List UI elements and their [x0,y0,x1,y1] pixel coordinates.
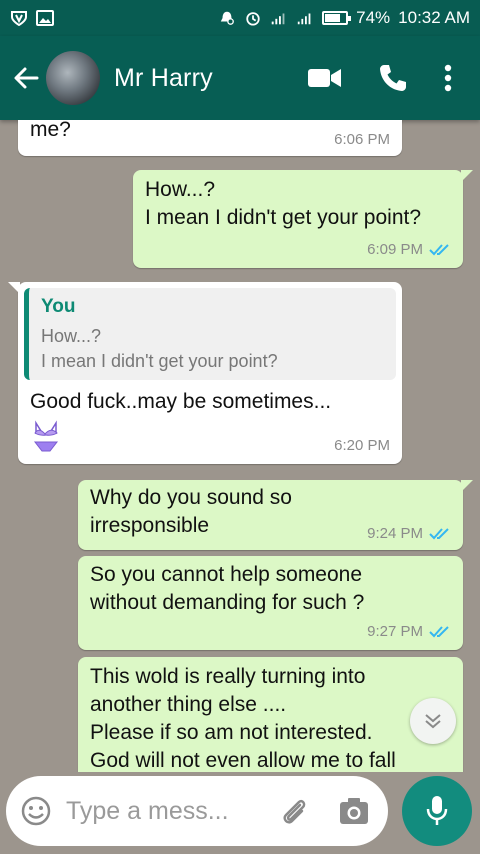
chevron-double-down-icon [425,714,441,729]
message-outgoing[interactable]: This wold is really turning into another… [78,657,463,772]
message-time: 9:27 PM [367,623,423,640]
message-time: 6:06 PM [334,131,390,148]
message-incoming[interactable]: me? 6:06 PM [18,120,402,156]
message-time: 9:24 PM [367,525,423,542]
emoji-icon[interactable] [20,795,52,827]
microphone-icon [426,796,448,825]
message-text: Why do you sound so irresponsible [90,486,292,537]
message-outgoing[interactable]: So you cannot help someone without deman… [78,556,463,650]
contact-name[interactable]: Mr Harry [114,64,213,93]
battery-percent: 74% [356,8,391,27]
status-bar: 74% 10:32 AM [0,0,480,36]
image-notification-icon [36,10,54,26]
message-list[interactable]: me? 6:06 PM How...? I mean I didn't get … [0,120,480,772]
message-input[interactable]: Type a mess... [66,797,229,826]
shield-notification-icon [11,11,27,26]
alarm-clock-icon [246,12,260,26]
read-receipt-icon [429,243,449,255]
message-text: me? [30,120,71,141]
avatar[interactable] [46,51,100,105]
message-text: So you cannot help someone without deman… [90,563,365,614]
clock: 10:32 AM [398,8,470,27]
quoted-message[interactable]: You How...? I mean I didn't get your poi… [24,288,396,380]
back-arrow-icon [14,67,39,89]
read-receipt-icon [429,527,449,539]
more-vert-icon[interactable] [444,64,452,92]
battery-icon [322,11,352,25]
phone-icon[interactable] [378,63,408,93]
alarm-bell-icon [220,11,235,25]
message-text: How...? I mean I didn't get your point? [145,178,422,229]
voice-message-button[interactable] [402,776,472,846]
attach-paperclip-icon[interactable] [278,795,310,827]
message-time: 6:09 PM [367,241,423,258]
message-input-bar[interactable]: Type a mess... [6,776,388,846]
quoted-author: You [41,296,76,317]
back-button[interactable] [8,60,44,96]
chat-header: Mr Harry [0,36,480,120]
video-call-icon[interactable] [308,67,342,89]
message-outgoing[interactable]: Why do you sound so irresponsible 9:24 P… [78,480,473,550]
scroll-to-bottom-button[interactable] [410,698,456,744]
message-time: 6:20 PM [334,437,390,454]
bikini-emoji [33,420,59,452]
message-incoming-reply[interactable]: You How...? I mean I didn't get your poi… [8,282,402,464]
message-outgoing[interactable]: How...? I mean I didn't get your point? … [133,170,473,268]
read-receipt-icon [429,625,449,637]
signal-1-icon [271,13,285,25]
message-text: Good fuck..may be sometimes... [30,390,332,413]
message-text: This wold is really turning into another… [90,665,396,772]
quoted-text: How...? I mean I didn't get your point? [41,326,278,371]
signal-2-icon [297,13,311,25]
camera-icon[interactable] [338,796,370,826]
